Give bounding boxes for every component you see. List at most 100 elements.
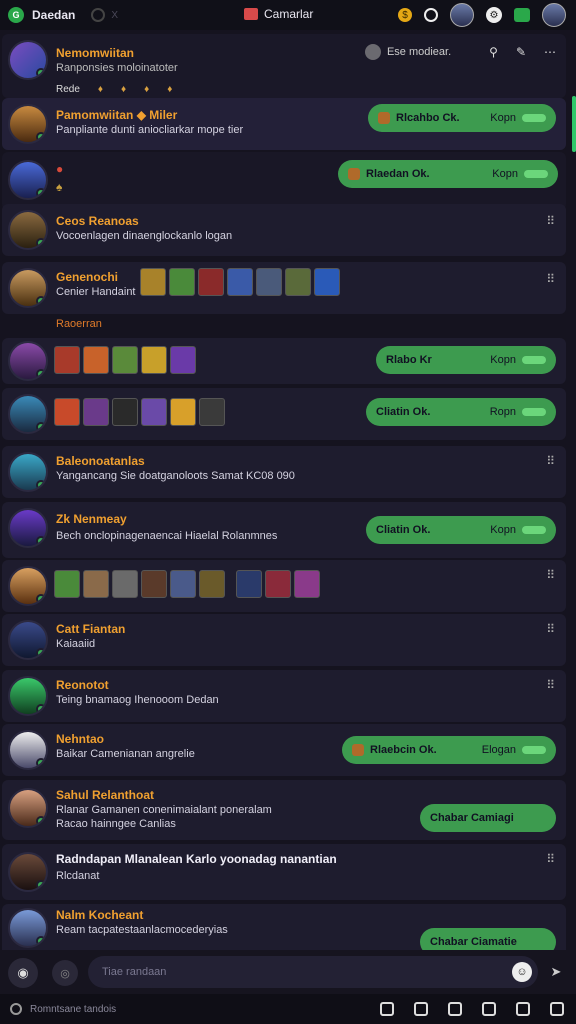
user-avatar[interactable] (542, 3, 566, 27)
thumb-image[interactable] (256, 268, 282, 296)
drag-handle-icon[interactable]: ⠿ (546, 214, 556, 228)
pill-label: Rlcahbo Ck. (396, 112, 460, 124)
thumb-image[interactable] (112, 346, 138, 374)
pill-action: Kopn (490, 354, 516, 366)
channel-avatar (8, 40, 48, 80)
thumb-image[interactable] (140, 268, 166, 296)
chat-row[interactable]: ● ♠ Rlaedan Ok. Kopn (2, 152, 566, 210)
sender-name: Pamomwiitan ◆ Miler (56, 108, 178, 122)
reaction-icon[interactable]: ♦ (121, 84, 126, 95)
chat-row[interactable]: Catt Fiantan Kaiaaiid ⠿ (2, 614, 566, 666)
status-text: Romntsane tandois (30, 1003, 117, 1015)
settings-icon[interactable]: ⚙ (486, 7, 502, 23)
more-icon[interactable]: ⋯ (544, 45, 556, 59)
chat-row[interactable]: Sahul Relanthoat Rlanar Gamanen conenima… (2, 780, 566, 840)
pill-label: Cliatin Ok. (376, 406, 431, 418)
avatar (8, 788, 48, 828)
reaction-icon[interactable]: ♦ (167, 84, 172, 95)
chat-row[interactable]: Rlabo Kr Kopn (2, 338, 566, 384)
join-pill[interactable]: Rlaedan Ok. Kopn (338, 160, 558, 188)
join-pill[interactable]: Chabar Ciamatie (420, 928, 556, 950)
chat-row[interactable]: Cliatin Ok. Ropn (2, 388, 566, 440)
reaction-icon[interactable]: ♦ (98, 84, 103, 95)
mod-badge[interactable]: Ese modiear. (364, 44, 451, 60)
thumb-image[interactable] (141, 570, 167, 598)
game-icon (352, 744, 364, 756)
thumb-image[interactable] (54, 346, 80, 374)
thumb-image[interactable] (54, 570, 80, 598)
join-pill[interactable]: Rlaebcin Ok. Elogan (342, 736, 556, 764)
join-pill[interactable]: Cliatin Ok. Kopn (366, 516, 556, 544)
camera-button[interactable]: ◉ (8, 958, 38, 988)
scrollbar[interactable] (572, 96, 576, 152)
save-icon[interactable] (550, 1002, 564, 1016)
status-icon (10, 1003, 22, 1015)
pill-label: Cliatin Ok. (376, 524, 431, 536)
drag-handle-icon[interactable]: ⠿ (546, 852, 556, 866)
thumb-image[interactable] (265, 570, 291, 598)
coin-icon[interactable]: $ (398, 8, 412, 22)
screen-icon[interactable] (516, 1002, 530, 1016)
pin-icon[interactable]: ⚲ (489, 45, 498, 59)
thumb-image[interactable] (170, 346, 196, 374)
chat-row[interactable]: Zk Nenmeay Bech onclopinagenaencai Hiael… (2, 502, 566, 558)
join-pill[interactable]: Rlabo Kr Kopn (376, 346, 556, 374)
thumb-image[interactable] (112, 570, 138, 598)
thumb-image[interactable] (227, 268, 253, 296)
progress-bar (522, 746, 546, 754)
thumb-image[interactable] (170, 398, 196, 426)
chat-row[interactable]: Radndapan Mlanalean Karlo yoonadag nanan… (2, 844, 566, 900)
friend-avatar[interactable] (450, 3, 474, 27)
thumb-image[interactable] (141, 346, 167, 374)
image-icon[interactable] (414, 1002, 428, 1016)
chat-row[interactable]: Pamomwiitan ◆ Miler Panpliante dunti ani… (2, 98, 566, 150)
thumb-image[interactable] (170, 570, 196, 598)
emoji-icon[interactable]: ☺ (512, 962, 532, 982)
chat-row[interactable]: Baleonoatanlas Yangancang Sie doatganolo… (2, 446, 566, 498)
thumb-image[interactable] (54, 398, 80, 426)
chat-row[interactable]: Reonotot Teing bnamaog Ihenooom Dedan ⠿ (2, 670, 566, 722)
drag-handle-icon[interactable]: ⠿ (546, 568, 556, 582)
sender-name: Sahul Relanthoat (56, 788, 155, 802)
chat-row[interactable]: ⠿ (2, 560, 566, 612)
drag-handle-icon[interactable]: ⠿ (546, 678, 556, 692)
reaction-label: Rede (56, 84, 80, 95)
tab-channel[interactable]: Camarlar (244, 7, 313, 21)
chat-row[interactable]: Genenochi Cenier Handaint ⠿ (2, 262, 566, 314)
chat-list[interactable]: Nemomwiitan Ranponsies moloinatoter Rede… (0, 32, 570, 950)
thumb-image[interactable] (112, 398, 138, 426)
thumb-image[interactable] (198, 268, 224, 296)
thumb-image[interactable] (236, 570, 262, 598)
thumb-image[interactable] (199, 570, 225, 598)
join-pill[interactable]: Cliatin Ok. Ropn (366, 398, 556, 426)
thumb-image[interactable] (199, 398, 225, 426)
join-pill[interactable]: Rlcahbo Ck. Kopn (368, 104, 556, 132)
copy-icon[interactable] (448, 1002, 462, 1016)
edit-icon[interactable]: ✎ (516, 45, 526, 59)
thumb-image[interactable] (83, 398, 109, 426)
drag-handle-icon[interactable]: ⠿ (546, 454, 556, 468)
reaction-icon[interactable]: ♦ (144, 84, 149, 95)
attach-button[interactable]: ◎ (52, 960, 78, 986)
search-icon[interactable] (380, 1002, 394, 1016)
link-icon[interactable] (482, 1002, 496, 1016)
game-icon (348, 168, 360, 180)
thumb-image[interactable] (83, 346, 109, 374)
send-icon[interactable]: ➤ (546, 962, 566, 982)
thumb-image[interactable] (285, 268, 311, 296)
thumb-image[interactable] (294, 570, 320, 598)
notification-icon[interactable] (424, 8, 438, 22)
thumb-image[interactable] (83, 570, 109, 598)
chat-row[interactable]: Ceos Reanoas Vocoenlagen dinaenglockanlo… (2, 204, 566, 256)
chat-row[interactable]: Nehntao Baikar Camenianan angrelie Rlaeb… (2, 724, 566, 776)
thumb-image[interactable] (141, 398, 167, 426)
join-pill[interactable]: Chabar Camiagi (420, 804, 556, 832)
chat-row[interactable]: Nalm Kocheant Ream tacpatestaanlacmocede… (2, 904, 566, 950)
sender-name: Ceos Reanoas (56, 214, 139, 228)
drag-handle-icon[interactable]: ⠿ (546, 272, 556, 286)
store-icon[interactable] (514, 8, 530, 22)
drag-handle-icon[interactable]: ⠿ (546, 622, 556, 636)
thumb-image[interactable] (314, 268, 340, 296)
message-input[interactable] (88, 956, 538, 988)
thumb-image[interactable] (169, 268, 195, 296)
